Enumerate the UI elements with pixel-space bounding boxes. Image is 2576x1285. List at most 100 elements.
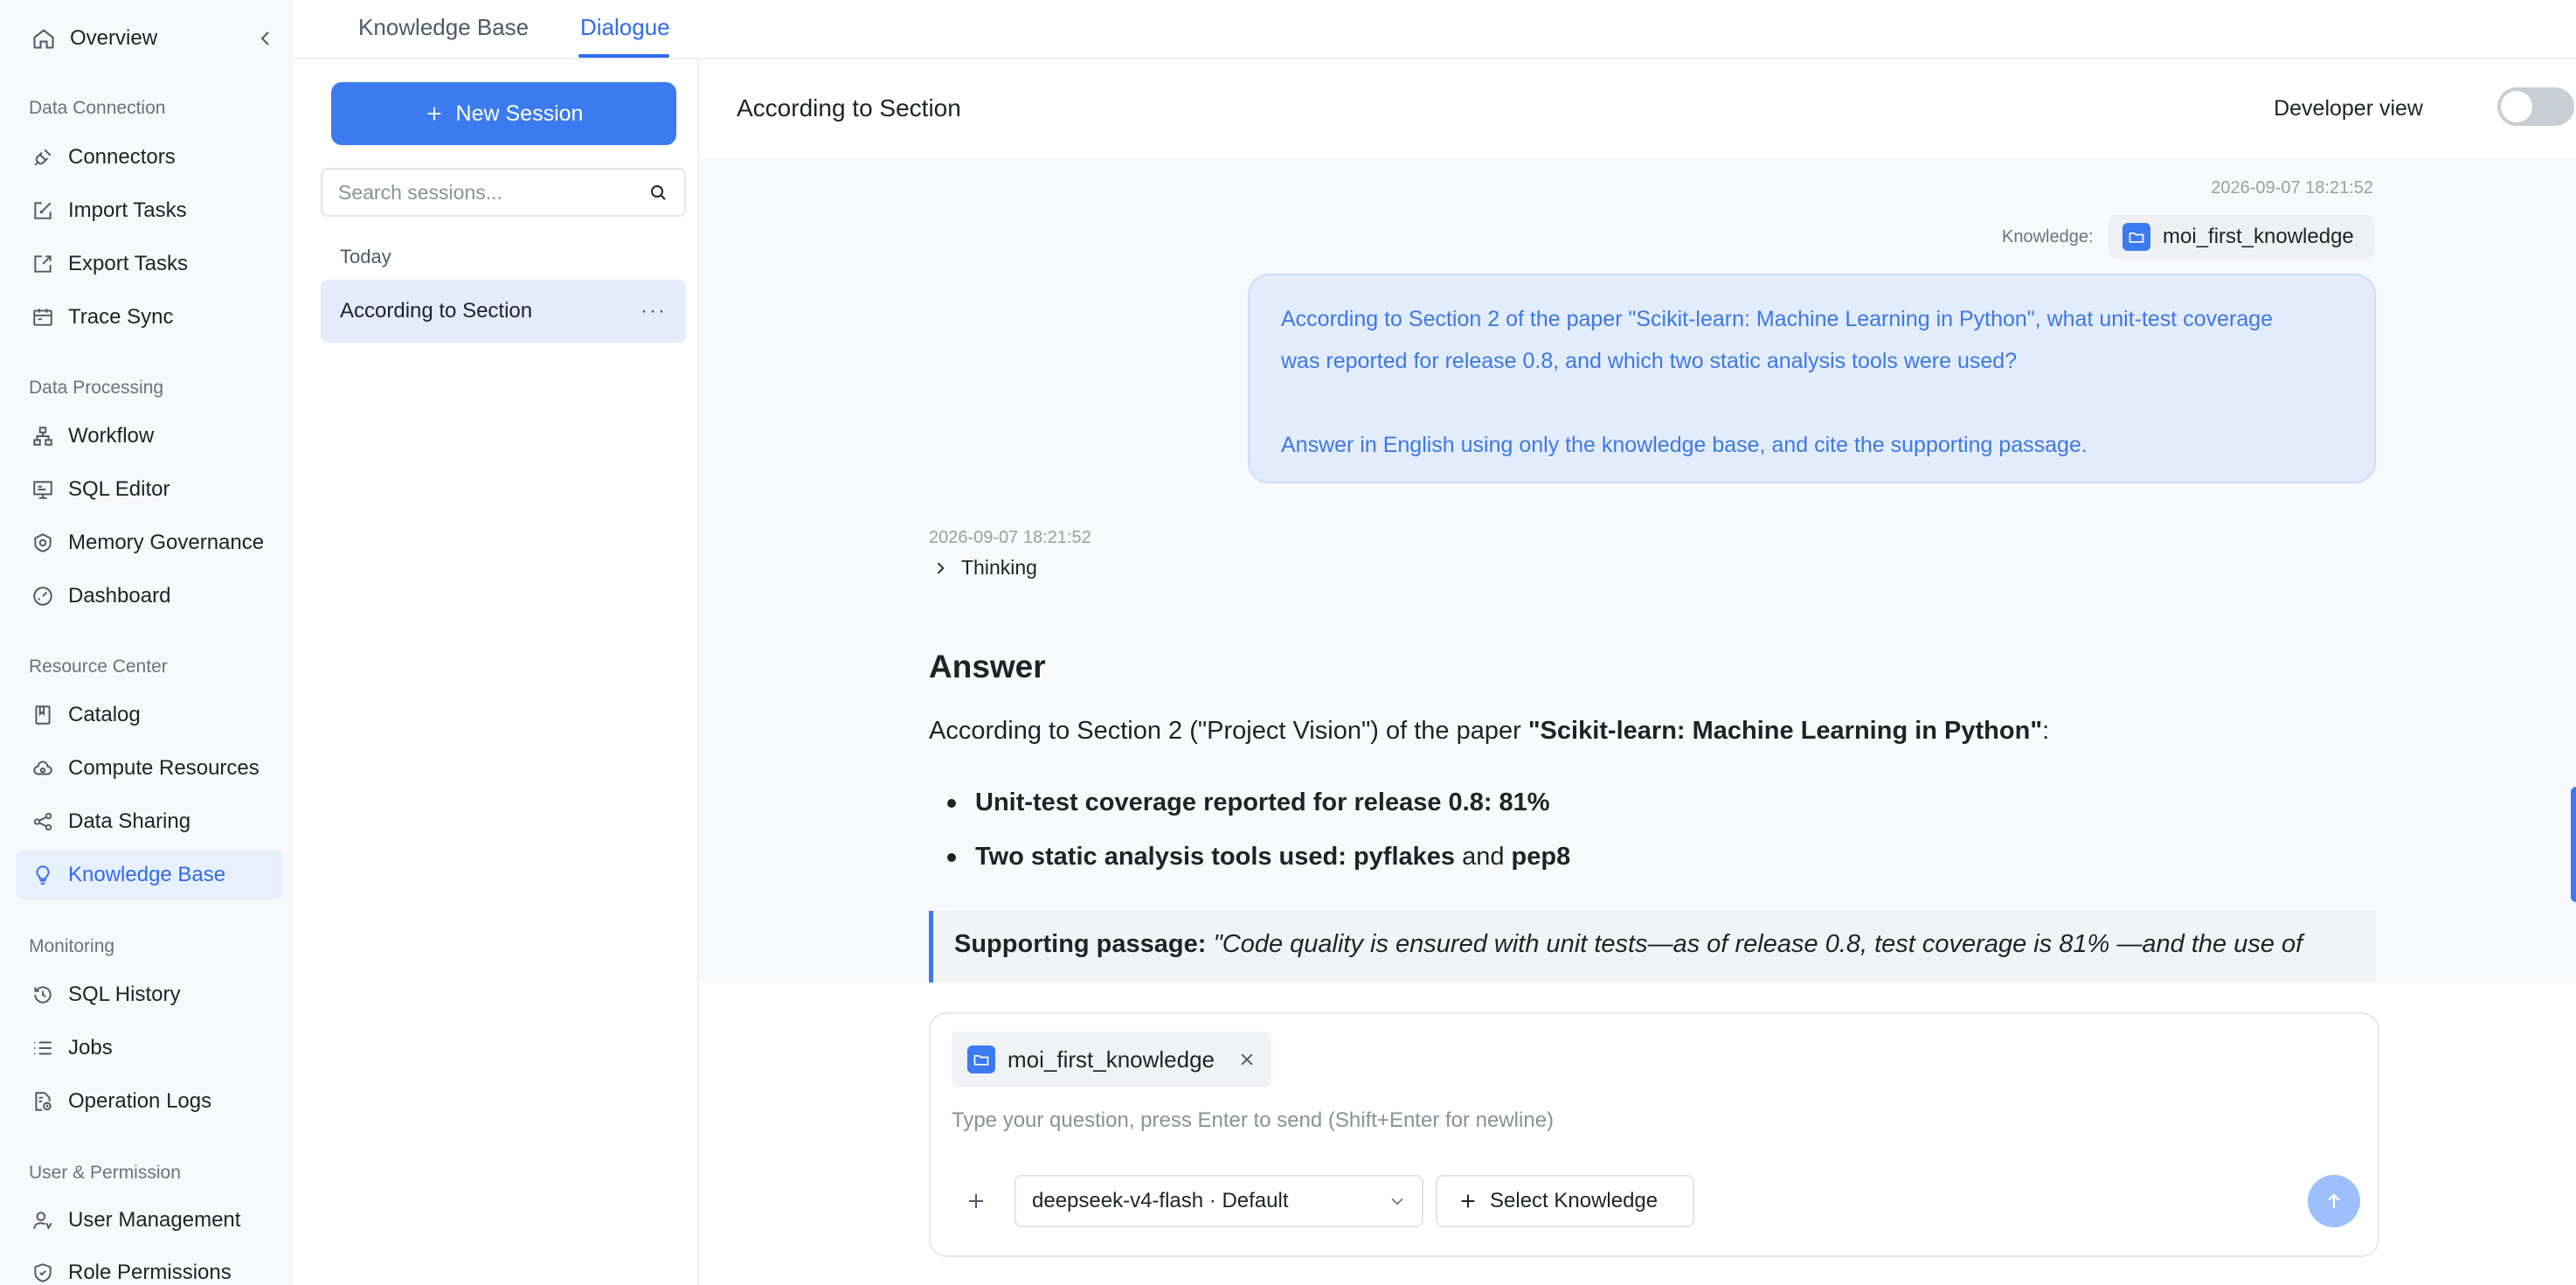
nav-item-compute-resources[interactable]: Compute Resources	[16, 744, 283, 793]
nav-item-memory-governance[interactable]: Memory Governance	[16, 518, 283, 567]
chevron-right-icon	[937, 562, 945, 573]
session-search-input[interactable]	[338, 180, 647, 205]
folder-icon	[967, 1045, 995, 1073]
developer-view-toggle[interactable]	[2497, 87, 2574, 126]
nav-item-label: Role Permissions	[68, 1261, 232, 1284]
nav-item-label: Dashboard	[68, 584, 171, 608]
message-composer: moi_first_knowledge deepseek-v4-flash · …	[929, 1012, 2379, 1257]
book-icon	[35, 705, 51, 725]
answer-intro: According to Section 2 ("Project Vision"…	[929, 717, 2049, 746]
model-select[interactable]: deepseek-v4-flash · Default	[1014, 1175, 1423, 1227]
nav-item-trace-sync[interactable]: Trace Sync	[16, 293, 283, 342]
user-message-line: was reported for release 0.8, and which …	[1281, 349, 2018, 373]
thinking-label: Thinking	[961, 556, 1037, 579]
session-search	[321, 168, 686, 217]
nav-item-connectors[interactable]: Connectors	[16, 133, 283, 182]
answer-intro-text: According to Section 2 ("Project Vision"…	[929, 717, 1528, 745]
plug-icon	[34, 149, 52, 166]
answer-bullet: Two static analysis tools used: pyflakes…	[947, 843, 1570, 872]
chat-panel: According to Section Developer view 2026…	[699, 59, 2576, 1285]
supporting-passage-label: Supporting passage:	[954, 930, 1207, 958]
model-select-value: deepseek-v4-flash · Default	[1032, 1189, 1289, 1212]
new-session-button[interactable]: New Session	[331, 82, 676, 145]
message-knowledge-chip[interactable]: moi_first_knowledge	[2109, 215, 2374, 259]
user-message-bubble: According to Section 2 of the paper "Sci…	[1248, 274, 2376, 483]
nav-item-dashboard[interactable]: Dashboard	[16, 572, 283, 621]
nav-item-label: SQL Editor	[68, 477, 170, 501]
nav-item-knowledge-base[interactable]: Knowledge Base	[16, 851, 283, 900]
search-icon[interactable]	[647, 182, 668, 203]
plus-icon[interactable]	[966, 1191, 987, 1212]
paper-title: "Scikit-learn: Machine Learning in Pytho…	[1527, 717, 2043, 745]
nav-item-jobs[interactable]: Jobs	[16, 1024, 283, 1073]
nav-item-label: Import Tasks	[68, 198, 187, 222]
tab-knowledge-base[interactable]: Knowledge Base	[358, 14, 529, 41]
top-tabs: Knowledge Base Dialogue	[292, 0, 2576, 59]
nav-overview[interactable]: Overview	[31, 21, 285, 56]
nav-item-data-sharing[interactable]: Data Sharing	[16, 797, 283, 846]
thinking-toggle[interactable]: Thinking	[931, 556, 1037, 580]
sessions-panel: New Session Today According to Section ·…	[292, 59, 699, 1285]
more-options-icon[interactable]: ···	[641, 299, 667, 323]
log-icon	[35, 1092, 52, 1111]
side-drawer-handle[interactable]	[2571, 787, 2576, 902]
section-data-processing: Data Processing	[29, 378, 164, 398]
select-knowledge-button[interactable]: Select Knowledge	[1436, 1175, 1694, 1227]
send-button[interactable]	[2308, 1175, 2360, 1227]
nav-item-label: Compute Resources	[68, 756, 260, 780]
monitor-icon	[33, 481, 52, 499]
chat-title: According to Section	[737, 94, 961, 122]
knowledge-label: Knowledge:	[2002, 227, 2094, 247]
nav-item-user-management[interactable]: User Management	[16, 1196, 283, 1245]
section-monitoring: Monitoring	[29, 936, 115, 956]
nav-item-label: Operation Logs	[68, 1089, 212, 1113]
section-resource-center: Resource Center	[29, 656, 168, 677]
arrow-up-icon	[2328, 1193, 2340, 1208]
folder-icon	[2122, 223, 2150, 251]
session-item[interactable]: According to Section ···	[321, 280, 686, 343]
answer-heading: Answer	[929, 649, 1046, 684]
nav-item-label: Knowledge Base	[68, 863, 226, 886]
message-knowledge-name: moi_first_knowledge	[2163, 225, 2354, 248]
nav-item-label: Catalog	[68, 703, 141, 726]
nav-overview-label: Overview	[70, 26, 158, 50]
plus-icon	[427, 107, 440, 121]
nav-item-sql-history[interactable]: SQL History	[16, 970, 283, 1019]
close-icon[interactable]	[1238, 1051, 1256, 1068]
user-message-timestamp: 2026-09-07 18:21:52	[2211, 178, 2373, 198]
attached-knowledge-name: moi_first_knowledge	[1008, 1045, 1215, 1073]
gauge-icon	[33, 587, 52, 606]
assistant-timestamp: 2026-09-07 18:21:52	[929, 528, 1091, 547]
nav-item-import-tasks[interactable]: Import Tasks	[16, 186, 283, 235]
nav-item-export-tasks[interactable]: Export Tasks	[16, 240, 283, 288]
nav-item-role-permissions[interactable]: Role Permissions	[16, 1248, 283, 1285]
answer-intro-suffix: :	[2042, 717, 2050, 745]
nav-item-operation-logs[interactable]: Operation Logs	[16, 1077, 283, 1126]
answer-bullet-text: Two static analysis tools used: pyflakes	[975, 843, 1456, 871]
answer-bullet-text: Unit-test coverage reported for release …	[975, 788, 1550, 816]
session-item-title: According to Section	[340, 299, 533, 323]
left-nav: Overview Data Connection Connectors Impo…	[0, 0, 292, 1285]
history-icon	[34, 986, 52, 1004]
answer-bullet-text: pep8	[1511, 843, 1571, 871]
workflow-icon	[33, 427, 52, 446]
supporting-passage: Supporting passage: "Code quality is ens…	[929, 911, 2376, 983]
user-message-line: According to Section 2 of the paper "Sci…	[1281, 307, 2274, 331]
tab-dialogue[interactable]: Dialogue	[580, 14, 670, 41]
nav-item-sql-editor[interactable]: SQL Editor	[16, 465, 283, 514]
collapse-sidebar-icon[interactable]	[255, 26, 276, 51]
nav-item-label: Connectors	[68, 145, 176, 169]
nav-item-label: Workflow	[68, 424, 155, 448]
cloud-icon	[33, 761, 52, 775]
section-data-connection: Data Connection	[29, 98, 166, 118]
shield-icon	[34, 1263, 52, 1282]
nav-item-label: Jobs	[68, 1036, 113, 1059]
supporting-passage-text: "Code quality is ensured with unit tests…	[1213, 930, 2303, 958]
list-icon	[34, 1041, 52, 1055]
brain-icon	[34, 533, 52, 552]
nav-item-label: User Management	[68, 1208, 241, 1232]
nav-item-catalog[interactable]: Catalog	[16, 691, 283, 740]
nav-item-workflow[interactable]: Workflow	[16, 412, 283, 461]
question-input[interactable]	[952, 1108, 2350, 1152]
attached-knowledge-chip[interactable]: moi_first_knowledge	[952, 1031, 1271, 1087]
